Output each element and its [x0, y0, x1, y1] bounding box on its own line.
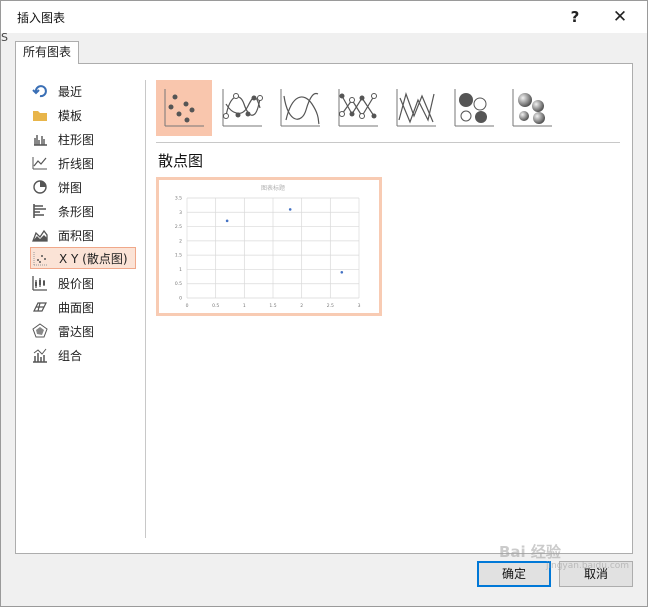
sidebar-item-stock-chart[interactable]: 股价图: [30, 272, 136, 294]
watermark-logo: Bai 经验: [499, 543, 561, 561]
preview-x-tick-label: 2: [300, 303, 303, 309]
sidebar-item-pie-chart[interactable]: 饼图: [30, 176, 136, 198]
bubble-icon: [454, 89, 494, 127]
preview-y-tick-label: 1.5: [175, 253, 182, 259]
sidebar-item-column-chart[interactable]: 柱形图: [30, 128, 136, 150]
radar-chart-icon: [32, 323, 48, 338]
preview-scatter-point: [288, 208, 292, 211]
scatter-straight-lines-icon: [396, 89, 436, 127]
preview-chart-title: 图表标题: [261, 184, 285, 192]
sidebar-item-label: 模板: [58, 108, 83, 123]
preview-x-tick-label: 1: [243, 303, 246, 309]
preview-y-tick-label: 0.5: [175, 281, 182, 287]
preview-chart-svg: 图表标题 0 0.5 1 1.5 2 2.5 3 0 0.5 1 1.5 2 2.5 3 3.5: [175, 184, 361, 309]
bar-chart-icon: [33, 204, 46, 218]
subtype-scatter-smooth-lines-markers[interactable]: [214, 80, 270, 136]
background-window-text: S: [1, 31, 8, 44]
horizontal-divider: [156, 142, 620, 143]
tab-all-charts[interactable]: 所有图表: [15, 41, 79, 64]
subtype-scatter-smooth-lines[interactable]: [272, 80, 328, 136]
scatter-markers-icon: [164, 89, 204, 127]
preview-x-tick-label: 3: [358, 303, 361, 309]
combo-chart-icon: [33, 348, 47, 363]
scatter-smooth-lines-markers-icon: [222, 89, 263, 127]
sidebar-item-radar-chart[interactable]: 雷达图: [30, 320, 136, 342]
close-button[interactable]: ✕: [605, 3, 635, 31]
column-chart-icon: [34, 135, 47, 146]
sidebar-item-line-chart[interactable]: 折线图: [30, 152, 136, 174]
sidebar-item-bar-chart[interactable]: 条形图: [30, 200, 136, 222]
sidebar-item-folder[interactable]: 模板: [30, 104, 136, 126]
subtype-title: 散点图: [158, 152, 204, 170]
subtype-bubble-3d[interactable]: [504, 80, 560, 136]
folder-icon: [33, 111, 47, 121]
pie-chart-icon: [33, 180, 47, 194]
stock-chart-icon: [32, 276, 47, 291]
bubble-3d-icon: [512, 89, 552, 127]
line-chart-icon: [32, 157, 47, 170]
dialog-title: 插入图表: [17, 11, 66, 25]
preview-y-tick-label: 2.5: [175, 224, 182, 230]
recent-icon: [32, 85, 47, 98]
sidebar-item-label: 雷达图: [58, 324, 95, 339]
preview-y-tick-label: 3: [179, 210, 182, 216]
preview-scatter-point: [225, 219, 229, 223]
scatter-smooth-lines-icon: [280, 89, 320, 127]
insert-chart-dialog: 插入图表 ? ✕ S 所有图表 最近模板柱形图折线图饼图条形图面积图 X Y (散…: [0, 0, 648, 607]
preview-y-tick-label: 1: [179, 267, 182, 273]
subtype-scatter-markers[interactable]: [156, 80, 212, 136]
sidebar-item-label: 柱形图: [58, 132, 95, 147]
sidebar-item-label: 曲面图: [58, 300, 95, 315]
preview-x-tick-label: 0.5: [212, 303, 219, 309]
scatter-chart-icon: [33, 251, 48, 266]
ok-button[interactable]: 确定: [477, 561, 551, 587]
sidebar-item-label: 折线图: [58, 156, 95, 171]
chart-preview[interactable]: 图表标题 0 0.5 1 1.5 2 2.5 3 0 0.5 1 1.5 2 2.5 3 3.5: [156, 177, 382, 316]
sidebar-item-label: 面积图: [58, 228, 95, 243]
preview-y-tick-label: 3.5: [175, 196, 182, 202]
preview-y-tick-label: 0: [179, 296, 182, 302]
sidebar-item-label: 饼图: [58, 180, 83, 195]
sidebar-item-label: 最近: [58, 84, 83, 99]
watermark-url: jingyan.baidu.com: [546, 561, 630, 571]
subtype-scatter-straight-lines-markers[interactable]: [330, 80, 386, 136]
chart-panel: 最近模板柱形图折线图饼图条形图面积图 X Y (散点图) 股价图曲面图雷达图组合 散…: [15, 63, 633, 554]
sidebar-item-surface-chart[interactable]: 曲面图: [30, 296, 136, 318]
sidebar-item-label: 条形图: [58, 204, 95, 219]
sidebar-item-area-chart[interactable]: 面积图: [30, 224, 136, 246]
title-bar: 插入图表 ? ✕: [1, 1, 647, 33]
preview-y-tick-label: 2: [179, 238, 182, 244]
scatter-straight-lines-markers-icon: [338, 89, 378, 127]
sidebar-item-label: 股价图: [58, 276, 95, 291]
area-chart-icon: [32, 229, 48, 242]
subtype-bubble[interactable]: [446, 80, 502, 136]
sidebar-item-label: X Y (散点图): [59, 251, 128, 266]
preview-x-tick-label: 1.5: [269, 303, 276, 309]
surface-chart-icon: [33, 302, 47, 312]
sidebar-item-combo-chart[interactable]: 组合: [30, 344, 136, 366]
preview-x-tick-label: 2.5: [327, 303, 334, 309]
preview-scatter-point: [340, 270, 344, 274]
help-button[interactable]: ?: [561, 3, 589, 31]
sidebar-item-label: 组合: [58, 348, 83, 363]
sidebar-item-scatter-chart[interactable]: X Y (散点图): [30, 247, 136, 269]
subtype-scatter-straight-lines[interactable]: [388, 80, 444, 136]
preview-x-tick-label: 0: [186, 303, 189, 309]
sidebar-item-recent[interactable]: 最近: [30, 80, 136, 102]
vertical-divider: [145, 80, 146, 538]
